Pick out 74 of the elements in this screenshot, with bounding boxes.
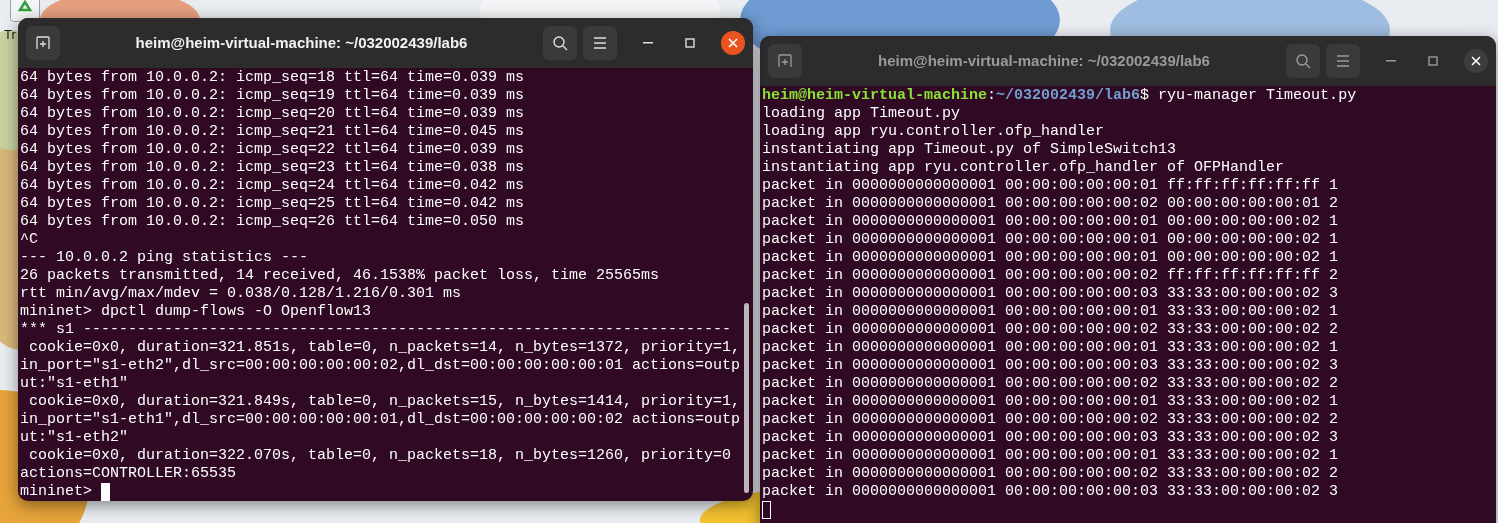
terminal-line: 64 bytes from 10.0.0.2: icmp_seq=24 ttl=64 time=0.042 ms (20, 177, 526, 195)
terminal-line: packet in 0000000000000001 00:00:00:00:00:01 00:00:00:00:00:02 1 (762, 213, 1340, 231)
terminal-line: 64 bytes from 10.0.0.2: icmp_seq=19 ttl=64 time=0.039 ms (20, 87, 526, 105)
search-icon (552, 35, 568, 51)
search-icon (1295, 53, 1311, 69)
scrollbar[interactable] (744, 303, 749, 493)
terminal-line: mininet> dpctl dump-flows -O Openflow13 (20, 303, 373, 321)
terminal-line: 64 bytes from 10.0.0.2: icmp_seq=21 ttl=64 time=0.045 ms (20, 123, 526, 141)
menu-icon (593, 37, 607, 49)
close-button[interactable] (1464, 49, 1488, 73)
menu-button[interactable] (1326, 44, 1360, 78)
terminal-line: packet in 0000000000000001 00:00:00:00:00:02 33:33:00:00:00:02 2 (762, 411, 1340, 429)
minimize-icon (1386, 60, 1396, 62)
new-tab-icon (35, 35, 51, 51)
terminal-line: *** s1 ------------------------------------------------------------------------ (20, 321, 733, 339)
close-button[interactable] (721, 31, 745, 55)
terminal-line: actions=CONTROLLER:65535 (20, 465, 238, 483)
menu-icon (1336, 55, 1350, 67)
terminal-line: loading app ryu.controller.ofp_handler (762, 123, 1106, 141)
terminal-line: ^C (20, 231, 39, 249)
terminal-line: rtt min/avg/max/mdev = 0.038/0.128/1.216/0.301 ms (20, 285, 463, 303)
close-icon (728, 38, 738, 48)
terminal-line: packet in 0000000000000001 00:00:00:00:00:02 00:00:00:00:00:01 2 (762, 195, 1340, 213)
terminal-line: packet in 0000000000000001 00:00:00:00:00:01 33:33:00:00:00:02 1 (762, 303, 1340, 321)
terminal-line: packet in 0000000000000001 00:00:00:00:00:02 33:33:00:00:00:02 2 (762, 321, 1340, 339)
terminal-line: instantiating app Timeout.py of SimpleSwitch13 (762, 141, 1178, 159)
new-tab-button[interactable] (26, 26, 60, 60)
menu-button[interactable] (583, 26, 617, 60)
terminal-line: packet in 0000000000000001 00:00:00:00:00:03 33:33:00:00:00:02 3 (762, 285, 1340, 303)
new-tab-button[interactable] (768, 44, 802, 78)
minimize-icon (643, 42, 653, 44)
terminal-line: packet in 0000000000000001 00:00:00:00:00:01 ff:ff:ff:ff:ff:ff 1 (762, 177, 1340, 195)
search-button[interactable] (543, 26, 577, 60)
window-title: heim@heim-virtual-machine: ~/032002439/lab6 (135, 32, 468, 53)
terminal-line: packet in 0000000000000001 00:00:00:00:00:02 33:33:00:00:00:02 2 (762, 465, 1340, 483)
terminal-line: ut:"s1-eth2" (20, 429, 130, 447)
terminal-line: 64 bytes from 10.0.0.2: icmp_seq=23 ttl=64 time=0.038 ms (20, 159, 526, 177)
terminal-line: ut:"s1-eth1" (20, 375, 130, 393)
close-icon (1471, 56, 1481, 66)
terminal-line: 64 bytes from 10.0.0.2: icmp_seq=26 ttl=64 time=0.050 ms (20, 213, 526, 231)
new-tab-icon (777, 53, 793, 69)
terminal-line: packet in 0000000000000001 00:00:00:00:00:03 33:33:00:00:00:02 3 (762, 429, 1340, 447)
terminal-line: 64 bytes from 10.0.0.2: icmp_seq=22 ttl=64 time=0.039 ms (20, 141, 526, 159)
text-cursor (101, 483, 110, 501)
terminal-line: 64 bytes from 10.0.0.2: icmp_seq=25 ttl=64 time=0.042 ms (20, 195, 526, 213)
search-button[interactable] (1286, 44, 1320, 78)
terminal-line: packet in 0000000000000001 00:00:00:00:00:01 00:00:00:00:00:02 1 (762, 231, 1340, 249)
terminal-line: packet in 0000000000000001 00:00:00:00:00:01 33:33:00:00:00:02 1 (762, 339, 1340, 357)
terminal-line: cookie=0x0, duration=322.070s, table=0, n_packets=18, n_bytes=1260, priority=0 (28, 447, 733, 465)
terminal-line: packet in 0000000000000001 00:00:00:00:00:02 ff:ff:ff:ff:ff:ff 2 (762, 267, 1340, 285)
maximize-icon (1428, 56, 1438, 66)
terminal-line: loading app Timeout.py (762, 105, 962, 123)
terminal-line: packet in 0000000000000001 00:00:00:00:00:03 33:33:00:00:00:02 3 (762, 357, 1340, 375)
terminal-line: 64 bytes from 10.0.0.2: icmp_seq=20 ttl=64 time=0.039 ms (20, 105, 526, 123)
text-cursor (762, 501, 771, 519)
terminal-line: packet in 0000000000000001 00:00:00:00:00:03 33:33:00:00:00:02 3 (762, 483, 1340, 501)
terminal-line: packet in 0000000000000001 00:00:00:00:00:01 33:33:00:00:00:02 1 (762, 393, 1340, 411)
terminal-line: packet in 0000000000000001 00:00:00:00:00:01 00:00:00:00:00:02 1 (762, 249, 1340, 267)
terminal-line: in_port="s1-eth2",dl_src=00:00:00:00:00:02,dl_dst=00:00:00:00:00:01 actions=outp (20, 357, 742, 375)
terminal-line: 64 bytes from 10.0.0.2: icmp_seq=18 ttl=64 time=0.039 ms (20, 69, 526, 87)
terminal-line: instantiating app ryu.controller.ofp_handler of OFPHandler (762, 159, 1286, 177)
desktop-icon-label: Tr (4, 28, 16, 41)
terminal-line: 26 packets transmitted, 14 received, 46.1538% packet loss, time 25565ms (20, 267, 661, 285)
terminal-line: heim@heim-virtual-machine:~/032002439/lab6$ ryu-manager Timeout.py (762, 87, 1358, 105)
terminal-line: mininet> (20, 483, 93, 501)
trash-icon[interactable] (10, 0, 40, 22)
terminal-line: cookie=0x0, duration=321.849s, table=0, n_packets=15, n_bytes=1414, priority=1, (28, 393, 742, 411)
terminal-line: packet in 0000000000000001 00:00:00:00:00:02 33:33:00:00:00:02 2 (762, 375, 1340, 393)
terminal-line: in_port="s1-eth1",dl_src=00:00:00:00:00:01,dl_dst=00:00:00:00:00:02 actions=outp (20, 411, 742, 429)
maximize-icon (685, 38, 695, 48)
terminal-line: cookie=0x0, duration=321.851s, table=0, n_packets=14, n_bytes=1372, priority=1, (28, 339, 742, 357)
window-title: heim@heim-virtual-machine: ~/032002439/lab6 (878, 50, 1210, 71)
terminal-line: packet in 0000000000000001 00:00:00:00:00:01 33:33:00:00:00:02 1 (762, 447, 1340, 465)
terminal-line: --- 10.0.0.2 ping statistics --- (20, 249, 310, 267)
